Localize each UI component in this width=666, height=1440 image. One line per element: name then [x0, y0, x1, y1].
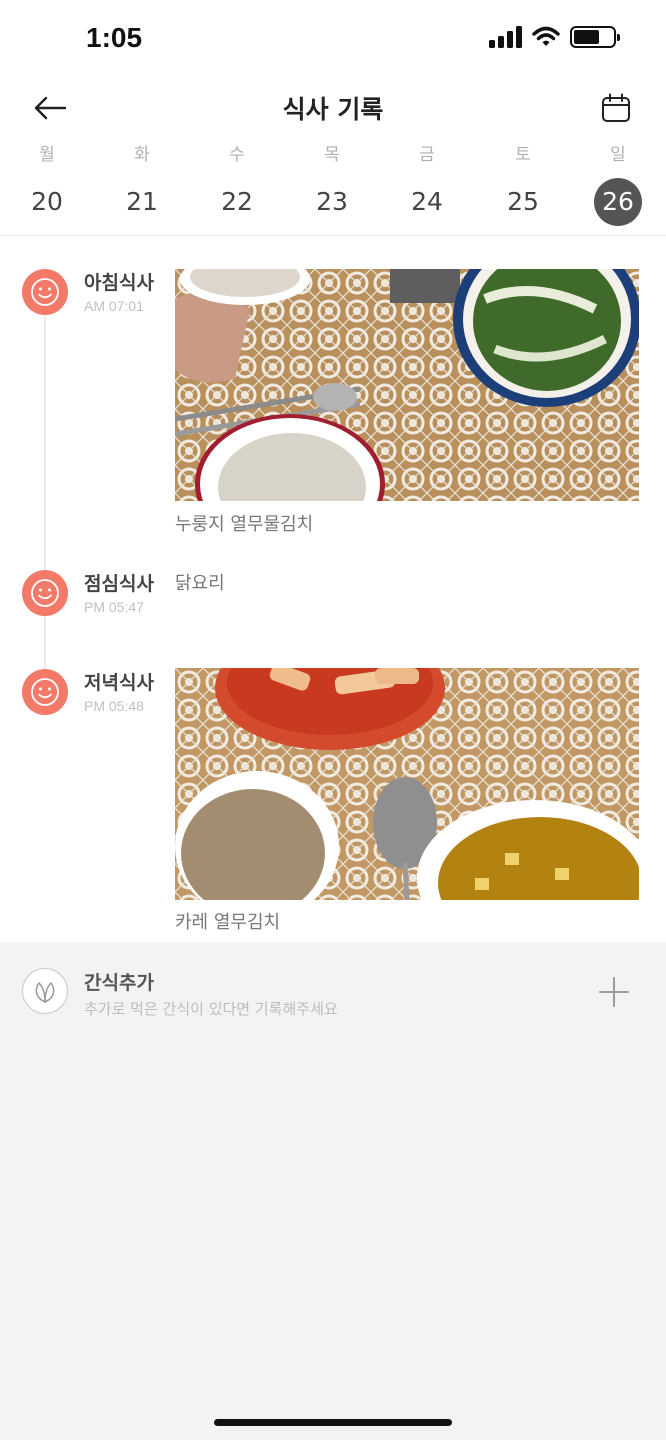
- meal-name: 아침식사: [84, 272, 154, 294]
- plus-icon: [599, 977, 629, 1007]
- day-of-week-label: 목: [324, 145, 340, 165]
- day-of-week-label: 토: [515, 145, 531, 165]
- day-mon[interactable]: 월 20: [17, 140, 77, 226]
- day-thu[interactable]: 목 23: [302, 140, 362, 226]
- day-wed[interactable]: 수 22: [207, 140, 267, 226]
- day-sat[interactable]: 토 25: [493, 140, 553, 226]
- meal-time: PM 05:48: [84, 698, 144, 714]
- wifi-icon: [532, 26, 560, 46]
- day-number: 21: [126, 187, 158, 216]
- day-number: 24: [411, 187, 443, 216]
- day-tue[interactable]: 화 21: [112, 140, 172, 226]
- battery-level: [574, 30, 599, 44]
- meal-caption: 카레 열무김치: [175, 912, 281, 933]
- snack-subtitle: 추가로 먹은 간식이 있다면 기록해주세요: [84, 1000, 338, 1018]
- main-panel: 1:05 식사 기록 월 20 화 21 수 22 목 23 금 24 토 25…: [0, 0, 666, 942]
- meal-name: 점심식사: [84, 573, 154, 595]
- meal-time: AM 07:01: [84, 298, 144, 314]
- status-icons: [489, 26, 620, 48]
- week-strip: 월 20 화 21 수 22 목 23 금 24 토 25 일 26: [0, 140, 666, 236]
- day-of-week-label: 일: [610, 145, 626, 165]
- snack-add-row[interactable]: 간식추가 추가로 먹은 간식이 있다면 기록해주세요: [0, 942, 666, 1042]
- meal-photo[interactable]: [175, 668, 639, 900]
- day-number: 25: [507, 187, 539, 216]
- snack-title: 간식추가: [84, 972, 154, 994]
- smiley-icon: [22, 669, 68, 715]
- day-number: 23: [316, 187, 348, 216]
- battery-icon: [570, 26, 620, 48]
- day-of-week-label: 화: [134, 145, 150, 165]
- smiley-icon: [22, 570, 68, 616]
- day-number-selected: 26: [594, 178, 642, 226]
- calendar-button[interactable]: [598, 88, 634, 128]
- day-of-week-label: 금: [419, 145, 435, 165]
- day-number: 22: [221, 187, 253, 216]
- page-title: 식사 기록: [282, 95, 384, 124]
- day-of-week-label: 수: [229, 145, 245, 165]
- timeline-line: [44, 292, 46, 692]
- cellular-signal-icon: [489, 26, 522, 48]
- day-number: 20: [31, 187, 63, 216]
- day-of-week-label: 월: [39, 145, 55, 165]
- meal-photo[interactable]: [175, 269, 639, 501]
- add-snack-button[interactable]: [598, 976, 630, 1008]
- leaf-icon: [22, 968, 68, 1014]
- home-indicator: [214, 1419, 452, 1426]
- day-fri[interactable]: 금 24: [397, 140, 457, 226]
- meal-caption: 누룽지 열무물김치: [175, 514, 314, 535]
- status-time: 1:05: [86, 22, 143, 53]
- day-sun[interactable]: 일 26: [588, 140, 648, 226]
- meal-time: PM 05:47: [84, 599, 144, 615]
- smiley-icon: [22, 269, 68, 315]
- meal-caption: 닭요리: [175, 573, 225, 594]
- calendar-icon: [602, 93, 630, 122]
- meal-name: 저녁식사: [84, 672, 154, 694]
